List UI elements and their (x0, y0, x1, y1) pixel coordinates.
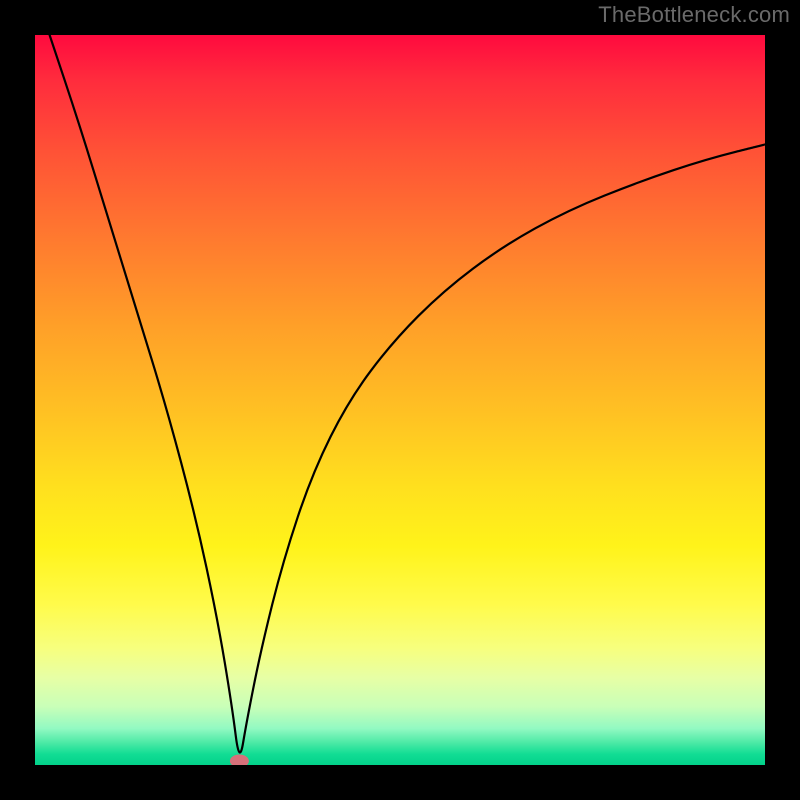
bottleneck-curve (50, 35, 765, 752)
chart-frame: TheBottleneck.com (0, 0, 800, 800)
plot-area (35, 35, 765, 765)
chart-svg (35, 35, 765, 765)
watermark-text: TheBottleneck.com (598, 2, 790, 28)
min-marker (230, 755, 248, 765)
